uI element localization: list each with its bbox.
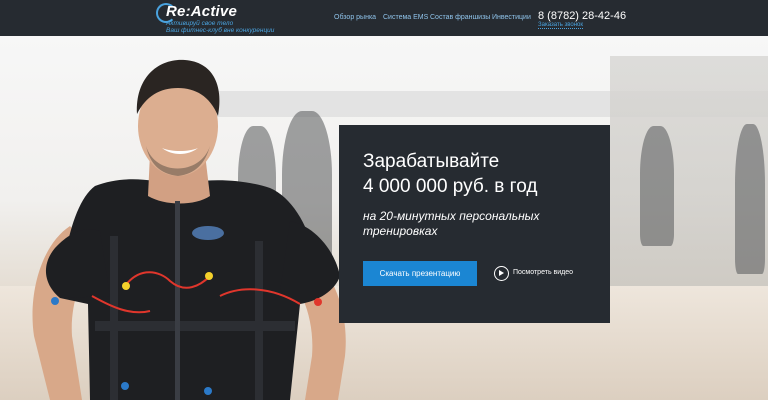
hero-section: Зарабатывайте 4 000 000 руб. в год на 20…: [0, 36, 768, 400]
logo-tagline-secondary: Ваш фитнес-клуб вне конкуренции: [166, 27, 275, 34]
subheadline: на 20-минутных персональных: [363, 209, 540, 223]
promo-card: Зарабатывайте 4 000 000 руб. в год на 20…: [339, 125, 610, 323]
play-icon: [499, 269, 504, 276]
headline-amount: 4 000 000 руб. в год: [363, 176, 538, 197]
nav-item-franchise[interactable]: Состав франшизы: [430, 14, 490, 21]
trainer-photo: [32, 59, 346, 400]
nav-item-market-overview[interactable]: Обзор рынка: [334, 14, 376, 21]
nav-item-ems-system[interactable]: Система EMS: [383, 14, 428, 21]
background-person: [640, 126, 674, 246]
phone-number[interactable]: 8 (8782) 28-42-46: [538, 10, 626, 22]
headline: Зарабатывайте: [363, 151, 500, 172]
subheadline-continued: тренировках: [363, 224, 438, 238]
main-nav: Обзор рынка Система EMS Состав франшизы …: [0, 14, 768, 26]
site-header: Re:Active Активируй свое тело Ваш фитнес…: [0, 0, 768, 36]
watch-video-label: Посмотреть видео: [513, 269, 574, 276]
download-presentation-button[interactable]: Скачать презентацию: [363, 261, 477, 286]
background-person: [735, 124, 765, 274]
nav-item-investments[interactable]: Инвестиции: [492, 14, 531, 21]
callback-link[interactable]: Заказать звонок: [538, 22, 583, 29]
